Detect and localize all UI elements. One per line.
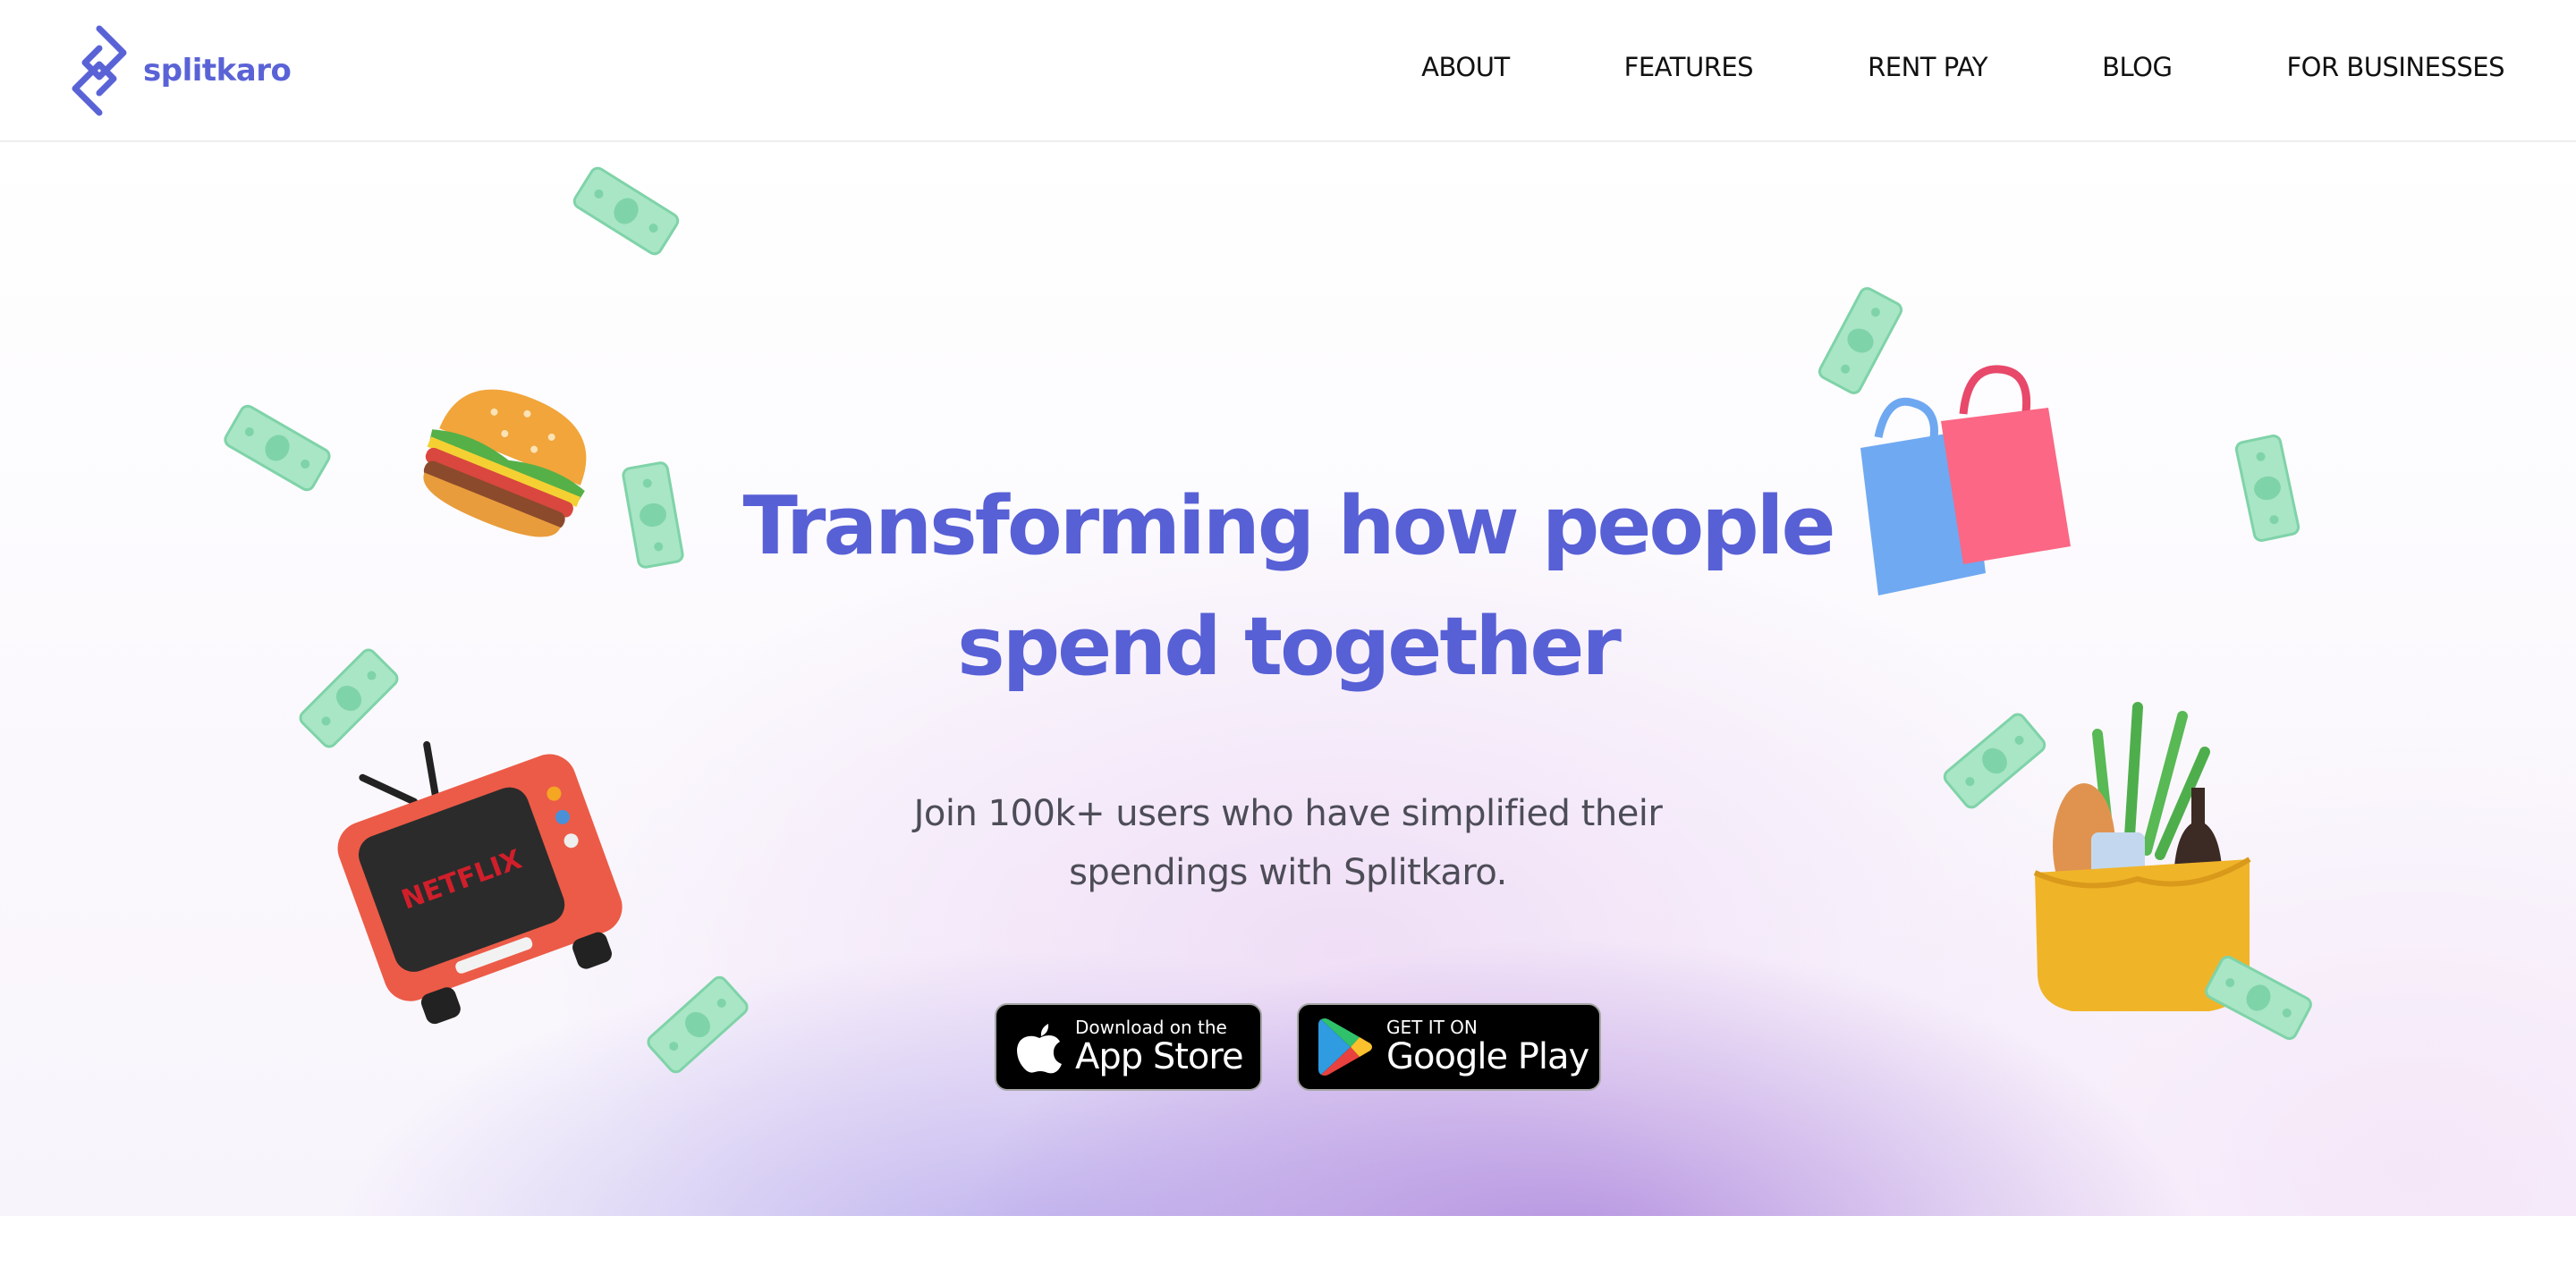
hero-subtitle-line1: Join 100k+ users who have simplified the… [913,793,1663,834]
hero-subtitle-line2: spendings with Splitkaro. [1069,852,1507,893]
hero-subtitle: Join 100k+ users who have simplified the… [0,784,2576,902]
main-nav: ABOUT FEATURES RENT PAY BLOG FOR BUSINES… [1421,52,2504,82]
hero-headline: Transforming how people spend together [0,466,2576,707]
nav-about[interactable]: ABOUT [1421,52,1510,82]
hero-section: NETFLIX Transforming how people spend to… [0,144,2576,1216]
nav-for-businesses[interactable]: FOR BUSINESSES [2286,52,2504,82]
site-header: splitkaro ABOUT FEATURES RENT PAY BLOG F… [0,0,2576,142]
hero-headline-line2: spend together [957,600,1622,694]
google-play-large-text: Google Play [1386,1036,1589,1077]
brand-name: splitkaro [143,53,292,89]
money-bill-icon [572,166,680,256]
nav-blog[interactable]: BLOG [2102,52,2173,82]
app-store-small-text: Download on the [1075,1017,1227,1038]
hero-headline-line1: Transforming how people [742,479,1835,573]
brand-logo[interactable]: splitkaro [63,23,292,118]
google-play-icon [1318,1018,1372,1076]
app-store-large-text: App Store [1075,1036,1244,1077]
money-bill-icon [2205,955,2312,1041]
nav-rent-pay[interactable]: RENT PAY [1868,52,1988,82]
splitkaro-logo-icon [72,25,127,116]
apple-icon [1017,1024,1062,1074]
google-play-small-text: GET IT ON [1386,1017,1478,1038]
nav-features[interactable]: FEATURES [1624,52,1754,82]
google-play-button[interactable]: GET IT ON Google Play [1297,1003,1601,1091]
app-store-button[interactable]: Download on the App Store [995,1003,1262,1091]
money-bill-icon [647,975,749,1074]
